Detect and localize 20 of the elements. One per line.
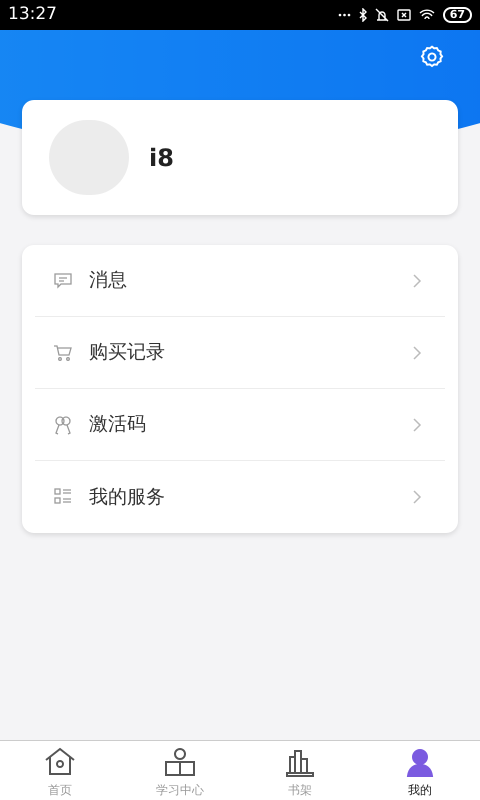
muted-bell-icon [374,8,389,22]
chevron-right-icon [412,272,422,288]
username: i8 [149,142,174,174]
chevron-right-icon [412,489,422,505]
menu-item[interactable]: 激活码 [35,389,445,461]
chevron-right-icon [412,416,422,432]
settings-icon[interactable] [419,44,445,70]
reader-icon [162,745,198,779]
menu-item[interactable]: 消息 [35,245,445,317]
battery-level: 67 [442,7,472,23]
wifi-icon [418,9,435,21]
chevron-right-icon [412,344,422,360]
key-icon [52,414,74,436]
tab[interactable]: 我的 [360,741,480,800]
menu-item[interactable]: 我的服务 [35,461,445,533]
no-sim-icon [396,9,411,21]
more-icon [338,13,351,17]
menu-item[interactable]: 购买记录 [35,317,445,389]
status-time: 13:27 [8,3,57,26]
bluetooth-icon [358,8,367,22]
